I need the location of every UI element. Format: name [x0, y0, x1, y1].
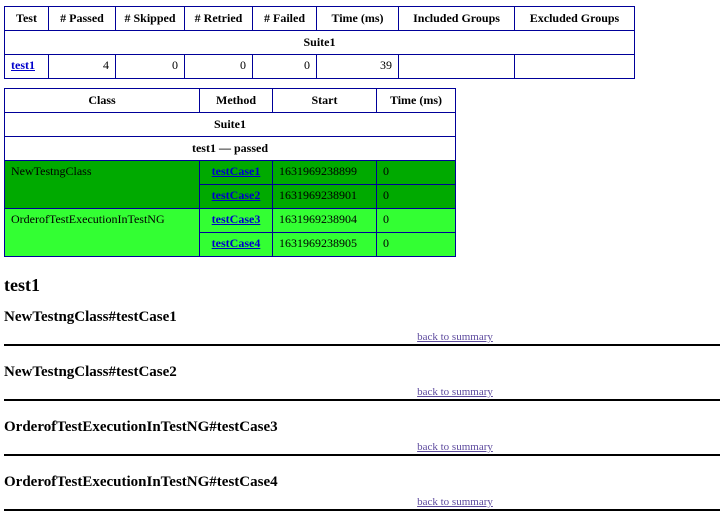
column-header-failed: # Failed	[252, 6, 317, 31]
time-cell: 39	[316, 54, 399, 79]
excluded-groups-cell	[514, 54, 635, 79]
start-cell: 1631969238901	[272, 184, 377, 209]
method-link[interactable]: testCase2	[212, 188, 261, 202]
methods-table: Class Method Start Time (ms) Suite1 test…	[4, 88, 456, 257]
time-cell: 0	[376, 160, 456, 185]
suite-name-label: Suite1	[4, 30, 635, 55]
method-detail-heading: NewTestngClass#testCase1	[4, 309, 177, 325]
method-link[interactable]: testCase4	[212, 236, 261, 250]
testng-emailable-report: Test # Passed # Skipped # Retried # Fail…	[4, 6, 720, 511]
test-status-label: test1 — passed	[4, 136, 456, 161]
method-row: NewTestngClass testCase1 1631969238899 0	[4, 160, 456, 209]
back-to-summary-link[interactable]: back to summary	[417, 441, 493, 453]
time-cell: 0	[376, 232, 456, 257]
summary-test-row: test1 4 0 0 0 39	[4, 54, 635, 79]
passed-count-cell: 4	[48, 54, 116, 79]
time-cell: 0	[376, 184, 456, 209]
start-cell: 1631969238899	[272, 160, 377, 185]
method-row: OrderofTestExecutionInTestNG testCase3 1…	[4, 208, 456, 257]
method-detail-section: NewTestngClass#testCase1 back to summary	[4, 309, 720, 346]
summary-header-row: Test # Passed # Skipped # Retried # Fail…	[4, 6, 635, 31]
method-cell: testCase3	[199, 208, 273, 233]
column-header-time: Time (ms)	[316, 6, 399, 31]
method-link[interactable]: testCase1	[212, 164, 261, 178]
column-header-retried: # Retried	[184, 6, 253, 31]
column-header-test: Test	[4, 6, 49, 31]
back-to-summary-link[interactable]: back to summary	[417, 496, 493, 508]
method-detail-heading: NewTestngClass#testCase2	[4, 364, 177, 380]
back-to-summary-rule: back to summary	[4, 496, 720, 511]
included-groups-cell	[398, 54, 515, 79]
column-header-method: Method	[199, 88, 273, 113]
suite-name-label: Suite1	[4, 112, 456, 137]
back-to-summary-rule: back to summary	[4, 331, 720, 346]
column-header-passed: # Passed	[48, 6, 116, 31]
column-header-start: Start	[272, 88, 377, 113]
method-cell: testCase2	[199, 184, 273, 209]
method-cell: testCase1	[199, 160, 273, 185]
test-name-cell: test1	[4, 54, 49, 79]
column-header-skipped: # Skipped	[115, 6, 185, 31]
method-detail-heading: OrderofTestExecutionInTestNG#testCase3	[4, 419, 278, 435]
start-cell: 1631969238904	[272, 208, 377, 233]
back-to-summary-link[interactable]: back to summary	[417, 386, 493, 398]
summary-suite-row: Suite1	[4, 30, 635, 55]
method-detail-section: OrderofTestExecutionInTestNG#testCase3 b…	[4, 419, 720, 456]
method-detail-section: NewTestngClass#testCase2 back to summary	[4, 364, 720, 401]
back-to-summary-link[interactable]: back to summary	[417, 331, 493, 343]
test-detail-title: test1	[4, 275, 40, 295]
methods-header-row: Class Method Start Time (ms)	[4, 88, 456, 113]
method-link[interactable]: testCase3	[212, 212, 261, 226]
column-header-included-groups: Included Groups	[398, 6, 515, 31]
back-to-summary-rule: back to summary	[4, 441, 720, 456]
method-cell: testCase4	[199, 232, 273, 257]
methods-suite-row: Suite1	[4, 112, 456, 137]
start-cell: 1631969238905	[272, 232, 377, 257]
skipped-count-cell: 0	[115, 54, 185, 79]
test-link[interactable]: test1	[11, 58, 35, 72]
class-name-cell: OrderofTestExecutionInTestNG	[4, 208, 200, 257]
column-header-class: Class	[4, 88, 200, 113]
back-to-summary-rule: back to summary	[4, 386, 720, 401]
column-header-time-ms: Time (ms)	[376, 88, 456, 113]
suite-summary-table: Test # Passed # Skipped # Retried # Fail…	[4, 6, 635, 79]
class-name-cell: NewTestngClass	[4, 160, 200, 209]
method-detail-heading: OrderofTestExecutionInTestNG#testCase4	[4, 474, 278, 490]
method-detail-section: OrderofTestExecutionInTestNG#testCase4 b…	[4, 474, 720, 511]
methods-test-status-row: test1 — passed	[4, 136, 456, 161]
time-cell: 0	[376, 208, 456, 233]
column-header-excluded-groups: Excluded Groups	[514, 6, 635, 31]
retried-count-cell: 0	[184, 54, 253, 79]
failed-count-cell: 0	[252, 54, 317, 79]
